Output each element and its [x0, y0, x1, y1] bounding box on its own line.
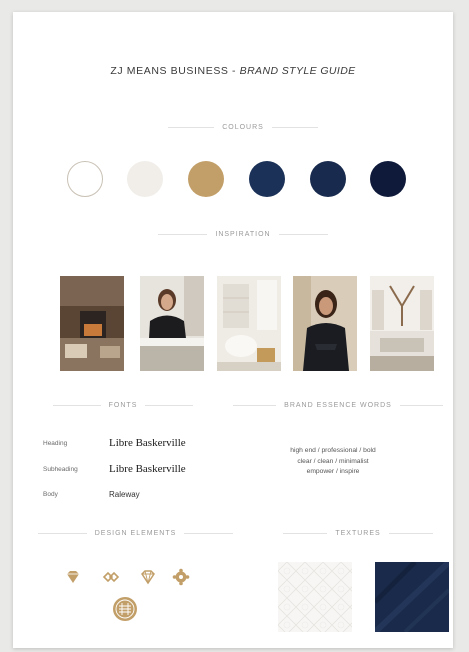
divider: [145, 405, 194, 406]
divider: [233, 405, 277, 406]
emblem-icon: [113, 597, 137, 621]
inspiration-heading: INSPIRATION: [158, 231, 328, 238]
page-title-main: ZJ MEANS BUSINESS -: [110, 65, 240, 77]
brand-word-line: empower / inspire: [306, 468, 360, 475]
brand-essence-label: BRAND ESSENCE WORDS: [284, 402, 392, 409]
style-guide-page: ZJ MEANS BUSINESS - BRAND STYLE GUIDE CO…: [13, 12, 453, 648]
links-icon: [102, 571, 120, 583]
inspiration-photo-fireplace: [60, 276, 124, 371]
colours-heading: COLOURS: [168, 124, 318, 131]
gear-icon: [172, 568, 190, 586]
brand-essence-words: high end / professional / bold clear / c…: [263, 446, 403, 478]
swatch-navy-1: [249, 161, 285, 197]
inspiration-photo-atrium: [370, 276, 434, 371]
textures-heading: TEXTURES: [283, 530, 433, 537]
divider: [388, 533, 433, 534]
divider: [399, 405, 443, 406]
divider: [168, 127, 215, 128]
swatch-navy-3: [370, 161, 406, 197]
font-role: Heading: [43, 439, 68, 447]
swatch-cream: [127, 161, 163, 197]
font-row-heading: Heading Libre Baskerville: [43, 437, 186, 449]
texture-navy-fabric: [375, 562, 449, 632]
inspiration-photo-living-room: [217, 276, 281, 371]
fonts-label: FONTS: [108, 402, 138, 409]
font-role: Body: [43, 491, 58, 498]
font-row-subheading: Subheading Libre Baskerville: [43, 463, 186, 475]
divider: [158, 234, 208, 235]
font-sample: Libre Baskerville: [109, 437, 186, 449]
gem-icon: [141, 570, 155, 585]
font-row-body: Body Raleway: [43, 490, 140, 499]
divider: [271, 127, 318, 128]
inspiration-photo-woman-blazer: [293, 276, 357, 371]
design-elements-label: DESIGN ELEMENTS: [94, 530, 177, 537]
swatch-navy-2: [310, 161, 346, 197]
font-sample: Raleway: [109, 490, 140, 499]
font-sample: Libre Baskerville: [109, 463, 186, 475]
divider: [184, 533, 234, 534]
inspiration-label: INSPIRATION: [215, 231, 271, 238]
inspiration-photo-woman-desk: [140, 276, 204, 371]
divider: [278, 234, 328, 235]
texture-marble-pattern: [278, 562, 352, 632]
brand-word-line: high end / professional / bold: [290, 447, 376, 454]
page-title: ZJ MEANS BUSINESS - BRAND STYLE GUIDE: [13, 65, 453, 77]
brand-essence-heading: BRAND ESSENCE WORDS: [233, 402, 443, 409]
page-title-emphasis: BRAND STYLE GUIDE: [239, 65, 356, 77]
colours-label: COLOURS: [222, 124, 264, 131]
swatch-gold: [188, 161, 224, 197]
brand-word-line: clear / clean / minimalist: [297, 457, 369, 465]
diamond-icon: [67, 571, 79, 583]
fonts-heading: FONTS: [53, 402, 194, 409]
divider: [38, 533, 87, 534]
divider: [53, 405, 101, 406]
swatch-white: [67, 161, 103, 197]
textures-label: TEXTURES: [335, 530, 381, 537]
font-role: Subheading: [43, 465, 78, 473]
divider: [283, 533, 328, 534]
design-elements-heading: DESIGN ELEMENTS: [38, 530, 234, 537]
